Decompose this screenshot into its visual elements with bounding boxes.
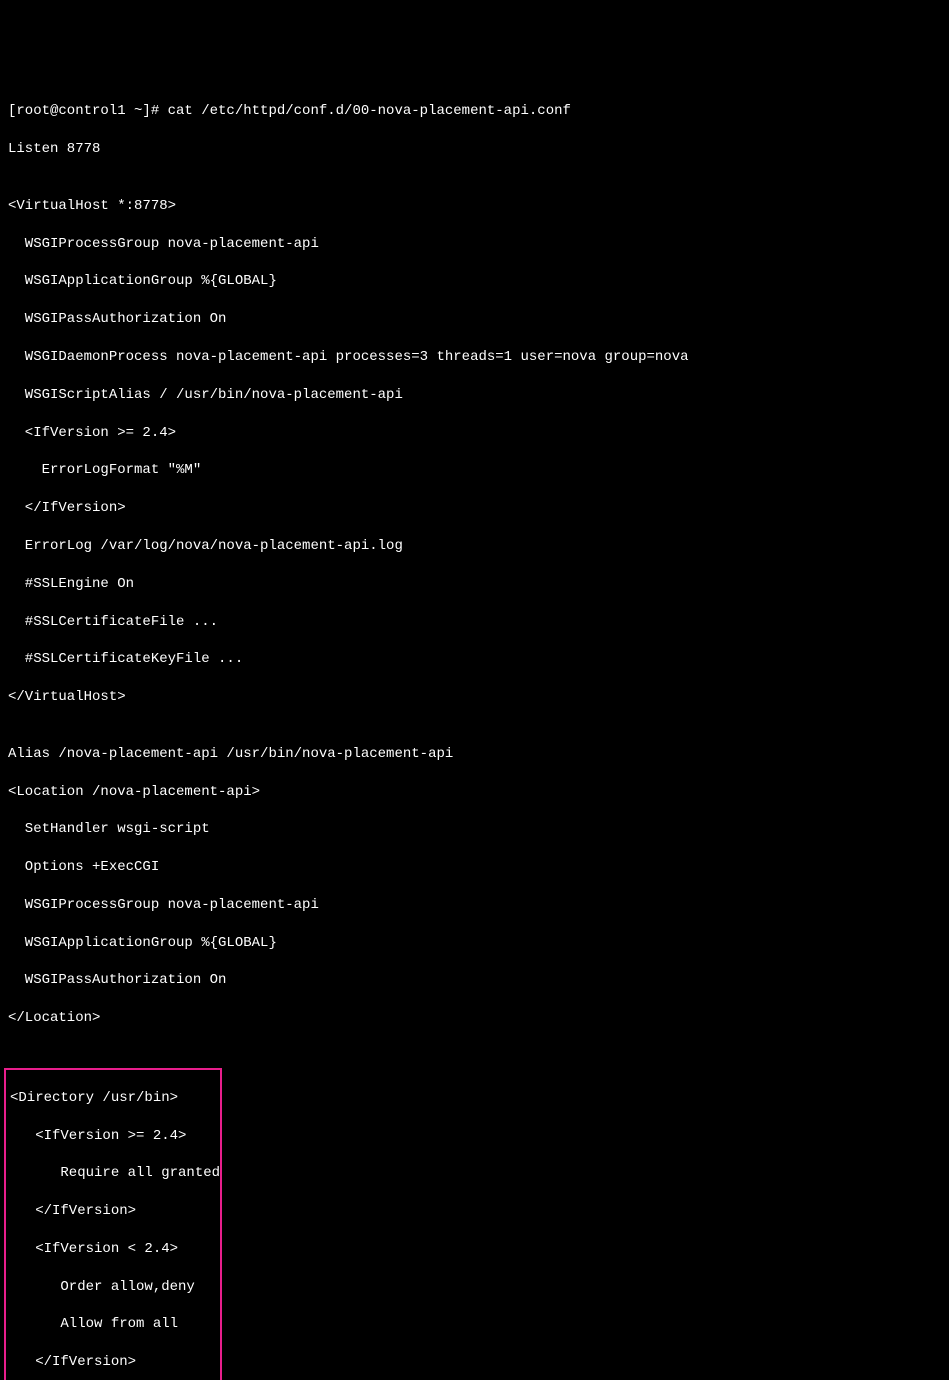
command-prompt-line: [root@control1 ~]# cat /etc/httpd/conf.d…: [8, 102, 941, 121]
config-line: </Location>: [8, 1009, 941, 1028]
config-line-highlighted: </IfVersion>: [6, 1353, 220, 1372]
config-line: <Location /nova-placement-api>: [8, 783, 941, 802]
terminal-output: [root@control1 ~]# cat /etc/httpd/conf.d…: [8, 84, 941, 1380]
config-line: WSGIApplicationGroup %{GLOBAL}: [8, 272, 941, 291]
config-line-highlighted: Allow from all: [6, 1315, 220, 1334]
highlighted-directory-block: <Directory /usr/bin> <IfVersion >= 2.4> …: [4, 1068, 222, 1380]
config-line-highlighted: <IfVersion >= 2.4>: [6, 1127, 220, 1146]
config-line: WSGIPassAuthorization On: [8, 310, 941, 329]
config-line: <IfVersion >= 2.4>: [8, 424, 941, 443]
config-line: ErrorLogFormat "%M": [8, 461, 941, 480]
config-line: </IfVersion>: [8, 499, 941, 518]
config-line: WSGIProcessGroup nova-placement-api: [8, 235, 941, 254]
config-line-highlighted: <IfVersion < 2.4>: [6, 1240, 220, 1259]
config-line: <VirtualHost *:8778>: [8, 197, 941, 216]
config-line: Listen 8778: [8, 140, 941, 159]
config-line: WSGIDaemonProcess nova-placement-api pro…: [8, 348, 941, 367]
config-line: </VirtualHost>: [8, 688, 941, 707]
config-line: Options +ExecCGI: [8, 858, 941, 877]
config-line-highlighted: Require all granted: [6, 1164, 220, 1183]
config-line: Alias /nova-placement-api /usr/bin/nova-…: [8, 745, 941, 764]
config-line-highlighted: Order allow,deny: [6, 1278, 220, 1297]
config-line: #SSLEngine On: [8, 575, 941, 594]
config-line: #SSLCertificateFile ...: [8, 613, 941, 632]
config-line: WSGIApplicationGroup %{GLOBAL}: [8, 934, 941, 953]
config-line-highlighted: <Directory /usr/bin>: [6, 1089, 220, 1108]
config-line-highlighted: </IfVersion>: [6, 1202, 220, 1221]
config-line: #SSLCertificateKeyFile ...: [8, 650, 941, 669]
config-line: SetHandler wsgi-script: [8, 820, 941, 839]
config-line: WSGIPassAuthorization On: [8, 971, 941, 990]
config-line: ErrorLog /var/log/nova/nova-placement-ap…: [8, 537, 941, 556]
config-line: WSGIScriptAlias / /usr/bin/nova-placemen…: [8, 386, 941, 405]
config-line: WSGIProcessGroup nova-placement-api: [8, 896, 941, 915]
